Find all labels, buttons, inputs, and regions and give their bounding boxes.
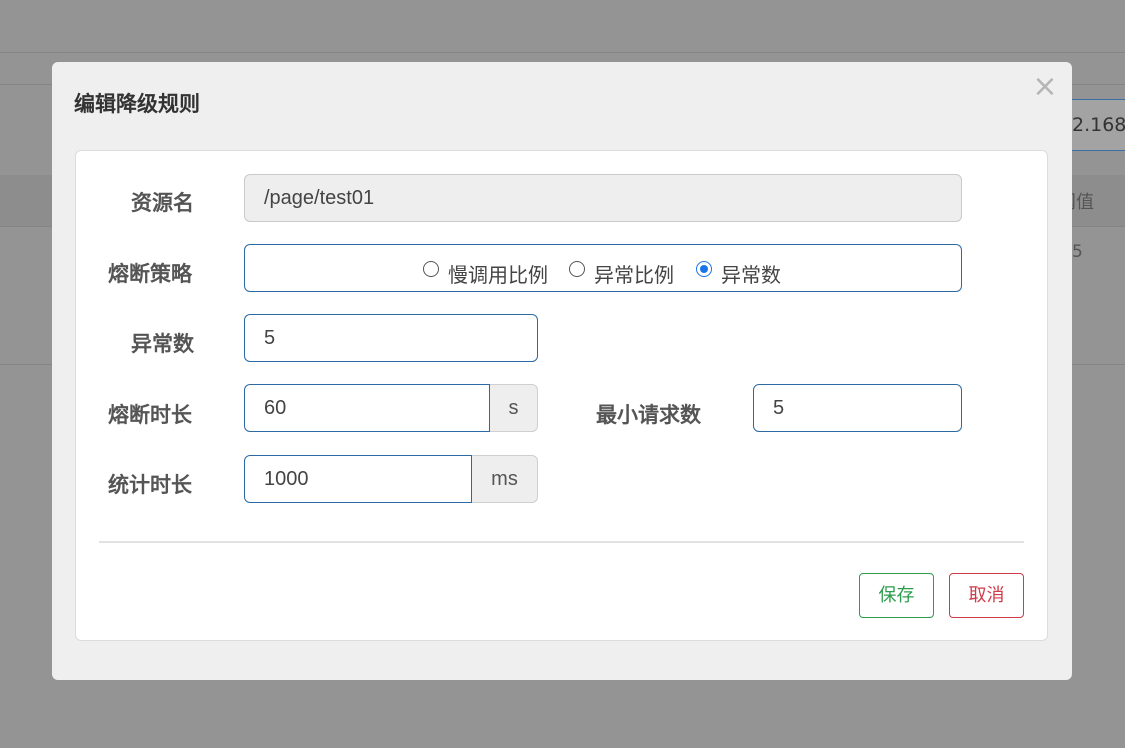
stat-duration-label: 统计时长: [108, 473, 192, 497]
stat-duration-input[interactable]: 1000: [244, 455, 472, 503]
stat-duration-unit: ms: [472, 455, 538, 503]
min-requests-input[interactable]: 5: [753, 384, 962, 432]
bg-divider: [0, 52, 1125, 53]
strategy-label: 熔断策略: [108, 262, 192, 286]
modal-title: 编辑降级规则: [74, 92, 200, 116]
radio-label: 异常数: [721, 263, 781, 287]
resource-input: /page/test01: [244, 174, 962, 222]
min-requests-label: 最小请求数: [596, 403, 701, 427]
divider: [99, 541, 1024, 543]
bg-row-value: 5: [1072, 242, 1083, 262]
radio-circle[interactable]: [423, 261, 439, 277]
radio-label: 异常比例: [594, 263, 674, 287]
edit-degrade-rule-modal: 编辑降级规则 × 资源名 /page/test01 熔断策略 慢调用比例 异常比…: [52, 62, 1072, 680]
radio-circle[interactable]: [569, 261, 585, 277]
break-duration-unit: s: [490, 384, 538, 432]
exception-count-input[interactable]: 5: [244, 314, 538, 362]
exception-count-label: 异常数: [131, 332, 194, 356]
break-duration-label: 熔断时长: [108, 403, 192, 427]
break-duration-input[interactable]: 60: [244, 384, 490, 432]
save-button[interactable]: 保存: [859, 573, 934, 618]
form-panel: 资源名 /page/test01 熔断策略 慢调用比例 异常比例 异常数 异常数…: [75, 150, 1048, 641]
close-icon[interactable]: ×: [1032, 72, 1058, 102]
resource-label: 资源名: [131, 191, 194, 215]
bg-ip-text: 2.168.: [1072, 114, 1125, 136]
cancel-button[interactable]: 取消: [949, 573, 1024, 618]
strategy-radio-group: 慢调用比例 异常比例 异常数: [244, 244, 962, 292]
radio-circle-checked[interactable]: [696, 261, 712, 277]
radio-label: 慢调用比例: [448, 263, 548, 287]
